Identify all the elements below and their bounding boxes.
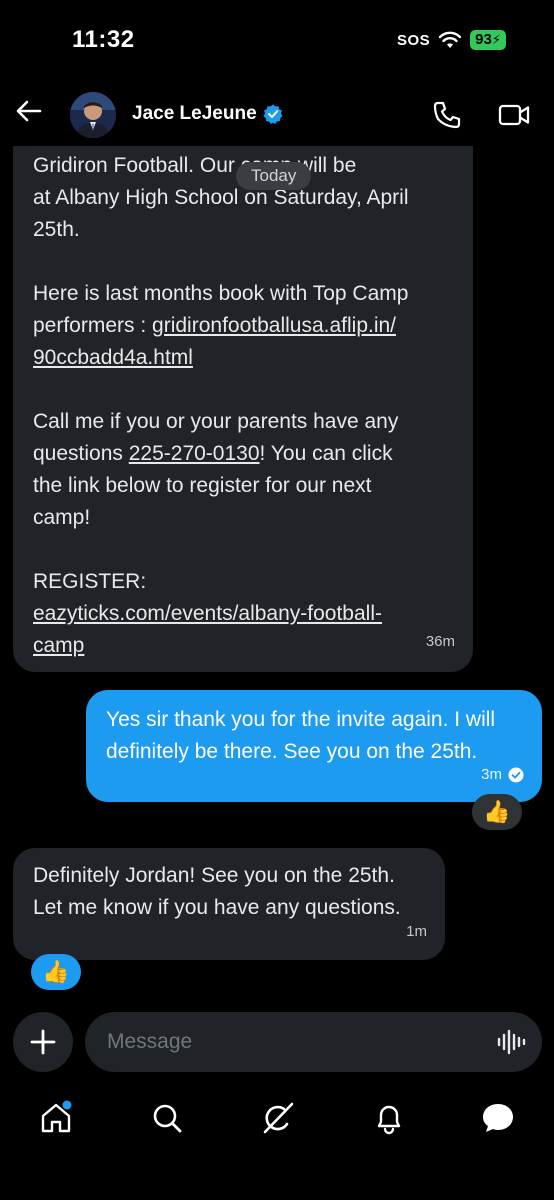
bottom-navigation <box>0 1090 554 1146</box>
status-time: 11:32 <box>72 26 135 53</box>
status-bar: 11:32 SOS 93⚡ <box>0 0 554 82</box>
sos-indicator: SOS <box>396 31 431 49</box>
message-bubble-outgoing[interactable]: Yes sir thank you for the invite again. … <box>86 690 542 802</box>
plus-icon <box>30 1029 56 1055</box>
voice-message-icon[interactable] <box>496 1027 526 1057</box>
reaction-badge[interactable]: 👍 <box>472 794 522 830</box>
message-text: Here is last months book with Top Camp p… <box>33 278 463 374</box>
wifi-icon <box>438 31 462 48</box>
date-separator: Today <box>236 162 312 190</box>
message-text: Definitely Jordan! See you on the 25th. … <box>33 864 401 919</box>
read-receipt-icon <box>508 767 524 783</box>
message-text: REGISTER: <box>33 570 147 593</box>
message-composer <box>0 1010 554 1074</box>
message-bubble-incoming[interactable]: Gridiron Football. Our camp will be at A… <box>13 146 473 672</box>
add-attachment-button[interactable] <box>13 1012 73 1072</box>
register-link[interactable]: eazyticks.com/events/albany-football- ca… <box>33 598 463 662</box>
phone-link[interactable]: 225-270-0130 <box>129 442 260 465</box>
home-icon[interactable] <box>38 1100 74 1136</box>
search-icon[interactable] <box>149 1100 185 1136</box>
status-indicators: SOS 93⚡ <box>397 30 506 50</box>
thumbs-up-icon: 👍 <box>483 799 511 824</box>
contact-name[interactable]: Jace LeJeune <box>132 103 257 125</box>
thumbs-up-icon: 👍 <box>42 959 70 984</box>
back-arrow-icon[interactable] <box>14 96 44 126</box>
video-call-icon[interactable] <box>498 100 530 130</box>
phone-call-icon[interactable] <box>432 100 462 130</box>
message-text: Call me if you or your parents have any … <box>33 406 463 534</box>
charging-icon: ⚡ <box>491 32 501 47</box>
verified-badge-icon <box>263 104 283 124</box>
message-status: 3m <box>481 759 524 791</box>
message-timestamp: 36m <box>425 633 455 650</box>
message-timestamp: 1m <box>406 923 427 940</box>
message-timestamp: 3m <box>481 766 502 783</box>
messages-icon[interactable] <box>480 1100 516 1136</box>
message-input[interactable] <box>85 1012 542 1072</box>
battery-level: 93 <box>475 31 492 48</box>
avatar[interactable] <box>70 92 116 138</box>
avatar-image <box>70 92 116 138</box>
battery-indicator: 93⚡ <box>470 30 506 50</box>
message-text: Yes sir thank you for the invite again. … <box>106 708 496 763</box>
message-thread[interactable]: Today Gridiron Football. Our camp will b… <box>0 146 554 1006</box>
reaction-badge[interactable]: 👍 <box>31 954 81 990</box>
notifications-icon[interactable] <box>371 1100 407 1136</box>
grok-icon[interactable] <box>260 1100 296 1136</box>
conversation-header: Jace LeJeune <box>0 82 554 146</box>
message-bubble-incoming[interactable]: Definitely Jordan! See you on the 25th. … <box>13 848 445 960</box>
